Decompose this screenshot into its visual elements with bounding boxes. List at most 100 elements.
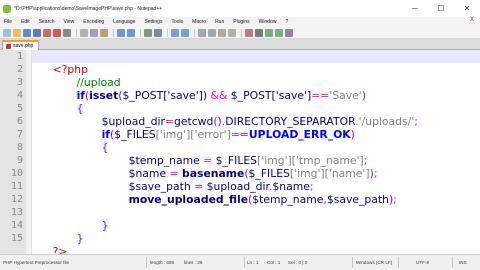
menu-settings[interactable]: Settings bbox=[144, 19, 162, 25]
zoom-out-icon[interactable] bbox=[181, 28, 189, 37]
status-eol[interactable]: Windows (CR LF) bbox=[356, 260, 392, 265]
save-icon[interactable] bbox=[23, 28, 31, 37]
toolbar-separator bbox=[167, 28, 168, 37]
status-insert-mode[interactable]: INS bbox=[459, 260, 467, 265]
bracket: ']) bbox=[195, 89, 208, 102]
code-line-15: ?> bbox=[32, 232, 68, 258]
var-temp-name: $temp_name bbox=[252, 193, 324, 206]
status-sel: Sel : 0 | 0 bbox=[288, 260, 308, 265]
menu-macro[interactable]: Macro bbox=[192, 19, 206, 25]
status-separator bbox=[244, 257, 245, 268]
unsaved-file-icon bbox=[6, 43, 11, 49]
code-line-7: { bbox=[81, 128, 109, 154]
menu-tools[interactable]: Tools bbox=[171, 19, 183, 25]
code-line-5: $upload_dir=getcwd().DIRECTORY_SEPARATOR… bbox=[81, 102, 418, 128]
function-isset: isset bbox=[89, 89, 119, 102]
key-img-error: ['img']['error'] bbox=[155, 128, 231, 141]
close-file-icon[interactable] bbox=[43, 28, 51, 37]
word-wrap-icon[interactable] bbox=[208, 28, 216, 37]
replace-icon[interactable] bbox=[154, 28, 162, 37]
operator-eq: == bbox=[230, 128, 249, 141]
key-save: save bbox=[278, 89, 304, 102]
menu-help[interactable]: ? bbox=[285, 19, 288, 25]
code-line-3: if(isset($_POST['save']) && $_POST['save… bbox=[56, 76, 366, 102]
status-encoding[interactable]: UTF-8 bbox=[416, 260, 429, 265]
menu-edit[interactable]: Edit bbox=[21, 19, 30, 25]
zoom-in-icon[interactable] bbox=[171, 28, 179, 37]
code-line-10: $save_path = $upload_dir.$name; bbox=[108, 167, 314, 193]
status-bar: PHP Hypertext Preprocessor file length :… bbox=[0, 254, 480, 270]
show-all-chars-icon[interactable] bbox=[218, 28, 226, 37]
status-file-type: PHP Hypertext Preprocessor file bbox=[3, 260, 70, 265]
function-move-uploaded-file: move_uploaded_file bbox=[128, 193, 249, 206]
code-editor[interactable]: 1 2 3 4 5 6 7 8 9 10 11 12 13 14 15 <?ph… bbox=[0, 50, 480, 258]
toolbar-separator bbox=[113, 28, 114, 37]
paren: ) bbox=[361, 89, 366, 102]
window-title: *D:\PHP\applications\demo\SaveImagePHP\s… bbox=[14, 5, 163, 12]
string-uploads: '/uploads/' bbox=[358, 115, 415, 128]
paste-icon[interactable] bbox=[100, 28, 108, 37]
key-save: save bbox=[170, 89, 196, 102]
stop-macro-icon[interactable] bbox=[255, 28, 263, 37]
paren: ) bbox=[350, 128, 355, 141]
close-window-button[interactable]: ✕ bbox=[454, 0, 480, 17]
save-macro-icon[interactable] bbox=[285, 28, 293, 37]
save-all-icon[interactable] bbox=[33, 28, 41, 37]
code-line-14: } bbox=[56, 219, 84, 245]
operator-and: && bbox=[207, 89, 231, 102]
status-ln: Ln : 1 bbox=[247, 260, 259, 265]
title-bar: *D:\PHP\applications\demo\SaveImagePHP\s… bbox=[0, 0, 480, 17]
string-save: 'Save' bbox=[329, 89, 362, 102]
code-line-2: //upload bbox=[56, 63, 121, 89]
menu-file[interactable]: File bbox=[4, 19, 12, 25]
code-line-1: <?php bbox=[32, 50, 88, 76]
semicolon: ; bbox=[373, 167, 378, 180]
record-macro-icon[interactable] bbox=[245, 28, 253, 37]
var-post: $_POST bbox=[122, 89, 164, 102]
maximize-button[interactable]: ☐ bbox=[428, 0, 454, 17]
bracket: [' bbox=[271, 89, 279, 102]
undo-icon[interactable] bbox=[117, 28, 125, 37]
print-icon[interactable] bbox=[63, 28, 71, 37]
toolbar-separator bbox=[140, 28, 141, 37]
sync-scroll-icon[interactable] bbox=[198, 28, 206, 37]
status-separator bbox=[452, 257, 453, 268]
find-icon[interactable] bbox=[144, 28, 152, 37]
code-area[interactable]: <?php //upload if(isset($_POST['save']) … bbox=[0, 50, 480, 258]
status-col: Col : 1 bbox=[267, 260, 281, 265]
code-line-11: move_uploaded_file($temp_name,$save_path… bbox=[108, 180, 397, 206]
new-file-icon[interactable] bbox=[3, 28, 11, 37]
menu-plugins[interactable]: Plugins bbox=[233, 19, 249, 25]
close-all-icon[interactable] bbox=[53, 28, 61, 37]
run-macro-multiple-icon[interactable] bbox=[275, 28, 283, 37]
copy-icon[interactable] bbox=[90, 28, 98, 37]
tab-save-php[interactable]: save.php bbox=[2, 40, 40, 50]
redo-icon[interactable] bbox=[127, 28, 135, 37]
code-line-6: if($_FILES['img']['error']==UPLOAD_ERR_O… bbox=[81, 115, 355, 141]
status-separator bbox=[352, 257, 353, 268]
menu-view[interactable]: View bbox=[64, 19, 75, 25]
status-lines: lines : 26 bbox=[184, 260, 203, 265]
const-upload-err-ok: UPLOAD_ERR_OK bbox=[248, 128, 351, 141]
indent-guide-icon[interactable] bbox=[228, 28, 236, 37]
close-document-button[interactable]: X bbox=[470, 17, 474, 23]
tab-label: save.php bbox=[13, 43, 34, 49]
notepadpp-app-icon bbox=[3, 4, 11, 13]
menu-encoding[interactable]: Encoding bbox=[83, 19, 104, 25]
toolbar-separator bbox=[76, 28, 77, 37]
open-file-icon[interactable] bbox=[13, 28, 21, 37]
toolbar bbox=[0, 27, 480, 39]
menu-search[interactable]: Search bbox=[39, 19, 55, 25]
menu-run[interactable]: Run bbox=[215, 19, 224, 25]
status-separator bbox=[398, 257, 399, 268]
menu-language[interactable]: Language bbox=[113, 19, 135, 25]
minimize-button[interactable]: ─ bbox=[402, 0, 428, 17]
code-line-13: } bbox=[81, 206, 109, 232]
menu-window[interactable]: Window bbox=[259, 19, 277, 25]
play-macro-icon[interactable] bbox=[265, 28, 273, 37]
cut-icon[interactable] bbox=[80, 28, 88, 37]
code-line-8: $temp_name = $_FILES['img']['tmp_name']; bbox=[108, 141, 368, 167]
current-line-highlight bbox=[32, 50, 480, 63]
status-length: length : 608 bbox=[150, 260, 175, 265]
